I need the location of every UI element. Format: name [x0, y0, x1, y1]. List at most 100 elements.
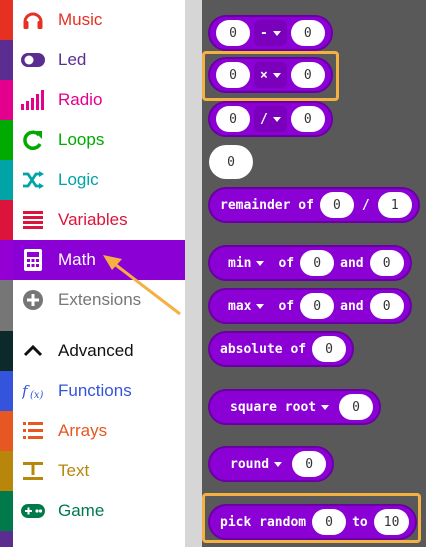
- divide-symbol: /: [361, 197, 370, 213]
- min-max-dropdown[interactable]: max: [228, 299, 265, 314]
- of-label: of: [278, 298, 295, 314]
- loop-arrow-icon: [21, 129, 45, 151]
- category-label: Text: [58, 461, 90, 480]
- category-advanced[interactable]: Advanced: [0, 331, 185, 371]
- category-radio[interactable]: Radio: [0, 80, 185, 120]
- caret-down-icon: [256, 303, 265, 309]
- toolbox-scrollbar-track[interactable]: [185, 0, 202, 547]
- min-max-dropdown[interactable]: min: [228, 256, 265, 271]
- category-label: Music: [58, 10, 103, 29]
- toolbox: Music Led Radio Loops Logic Variables Ma…: [0, 0, 185, 547]
- operator-dropdown[interactable]: /: [254, 106, 287, 132]
- value-input[interactable]: 0: [292, 451, 327, 477]
- block-label: pick random: [220, 514, 307, 530]
- operator-label: -: [260, 25, 268, 41]
- caret-down-icon: [256, 260, 265, 266]
- category-label: Arrays: [58, 421, 108, 440]
- right-operand[interactable]: 0: [290, 62, 325, 88]
- divisor-input[interactable]: 1: [377, 192, 412, 218]
- category-functions[interactable]: f (x) Functions: [0, 371, 185, 411]
- category-label: Led: [58, 50, 87, 69]
- category-color-stripe: [0, 451, 13, 491]
- signal-bars-icon: [21, 89, 45, 111]
- operator-label: /: [260, 111, 268, 127]
- left-operand[interactable]: 0: [216, 106, 250, 132]
- square-root-block[interactable]: square root 0: [208, 389, 382, 425]
- right-operand[interactable]: 0: [290, 106, 325, 132]
- category-label: Advanced: [58, 341, 134, 360]
- pick-random-block[interactable]: pick random 0 to 10: [208, 504, 418, 540]
- operator-dropdown[interactable]: ×: [254, 62, 287, 88]
- value-input[interactable]: 0: [339, 394, 374, 420]
- category-variables[interactable]: Variables: [0, 200, 185, 240]
- absolute-block[interactable]: absolute of 0: [208, 331, 355, 367]
- text-icon: [21, 460, 45, 482]
- chevron-up-icon: [21, 340, 45, 362]
- dividend-input[interactable]: 0: [319, 192, 354, 218]
- caret-down-icon: [272, 116, 281, 122]
- category-label: Functions: [58, 381, 132, 400]
- min-value-input[interactable]: 0: [312, 509, 347, 535]
- category-color-stripe: [0, 0, 13, 40]
- block-label: absolute of: [220, 341, 307, 357]
- multiply-block[interactable]: 0 × 0: [208, 57, 333, 93]
- function-icon: f (x): [21, 380, 45, 402]
- minus-block[interactable]: 0 - 0: [208, 15, 333, 51]
- rounding-dropdown[interactable]: round: [230, 457, 283, 472]
- category-label: Extensions: [58, 290, 142, 309]
- category-text[interactable]: Text: [0, 451, 185, 491]
- of-label: of: [278, 255, 295, 271]
- value-input[interactable]: 0: [312, 336, 347, 362]
- second-value-input[interactable]: 0: [369, 293, 404, 319]
- shuffle-icon: [21, 169, 45, 191]
- category-color-stripe: [0, 120, 13, 160]
- second-value-input[interactable]: 0: [369, 250, 404, 276]
- category-arrays[interactable]: Arrays: [0, 411, 185, 451]
- headphones-icon: [21, 9, 45, 31]
- first-value-input[interactable]: 0: [300, 293, 335, 319]
- category-color-stripe: [0, 240, 13, 280]
- max-value-input[interactable]: 10: [373, 509, 410, 535]
- round-block[interactable]: round 0: [208, 446, 335, 482]
- category-color-stripe: [0, 371, 13, 411]
- min-block[interactable]: min of 0 and 0: [208, 245, 412, 281]
- category-label: Radio: [58, 90, 103, 109]
- category-led[interactable]: Led: [0, 40, 185, 80]
- category-label: Game: [58, 501, 105, 520]
- category-logic[interactable]: Logic: [0, 160, 185, 200]
- plus-circle-icon: [21, 289, 45, 311]
- category-color-stripe: [0, 531, 13, 547]
- calculator-icon: [21, 249, 45, 271]
- number-block[interactable]: 0: [209, 145, 253, 179]
- category-label: Variables: [58, 210, 128, 229]
- list-icon: [21, 420, 45, 442]
- svg-text:f: f: [22, 382, 30, 400]
- category-game[interactable]: Game: [0, 491, 185, 531]
- category-math[interactable]: Math: [0, 240, 185, 280]
- category-label: Math: [58, 250, 96, 269]
- caret-down-icon: [274, 461, 283, 467]
- and-label: and: [340, 255, 364, 271]
- category-music[interactable]: Music: [0, 0, 185, 40]
- remainder-block[interactable]: remainder of 0 / 1: [208, 187, 420, 223]
- category-label: Loops: [58, 130, 105, 149]
- svg-text:(x): (x): [30, 390, 44, 401]
- max-block[interactable]: max of 0 and 0: [208, 288, 412, 324]
- category-extensions[interactable]: Extensions: [0, 280, 185, 320]
- category-color-stripe: [0, 280, 13, 320]
- category-color-stripe: [0, 411, 13, 451]
- math-function-dropdown[interactable]: square root: [230, 399, 330, 415]
- left-operand[interactable]: 0: [216, 62, 250, 88]
- dropdown-label: square root: [230, 399, 317, 415]
- right-operand[interactable]: 0: [290, 20, 325, 46]
- first-value-input[interactable]: 0: [300, 250, 335, 276]
- gamepad-icon: [21, 500, 45, 522]
- to-label: to: [352, 514, 368, 530]
- category-partial[interactable]: [0, 531, 185, 547]
- divide-block[interactable]: 0 / 0: [208, 101, 333, 137]
- category-color-stripe: [0, 40, 13, 80]
- operator-dropdown[interactable]: -: [254, 20, 287, 46]
- category-loops[interactable]: Loops: [0, 120, 185, 160]
- left-operand[interactable]: 0: [216, 20, 250, 46]
- and-label: and: [340, 298, 364, 314]
